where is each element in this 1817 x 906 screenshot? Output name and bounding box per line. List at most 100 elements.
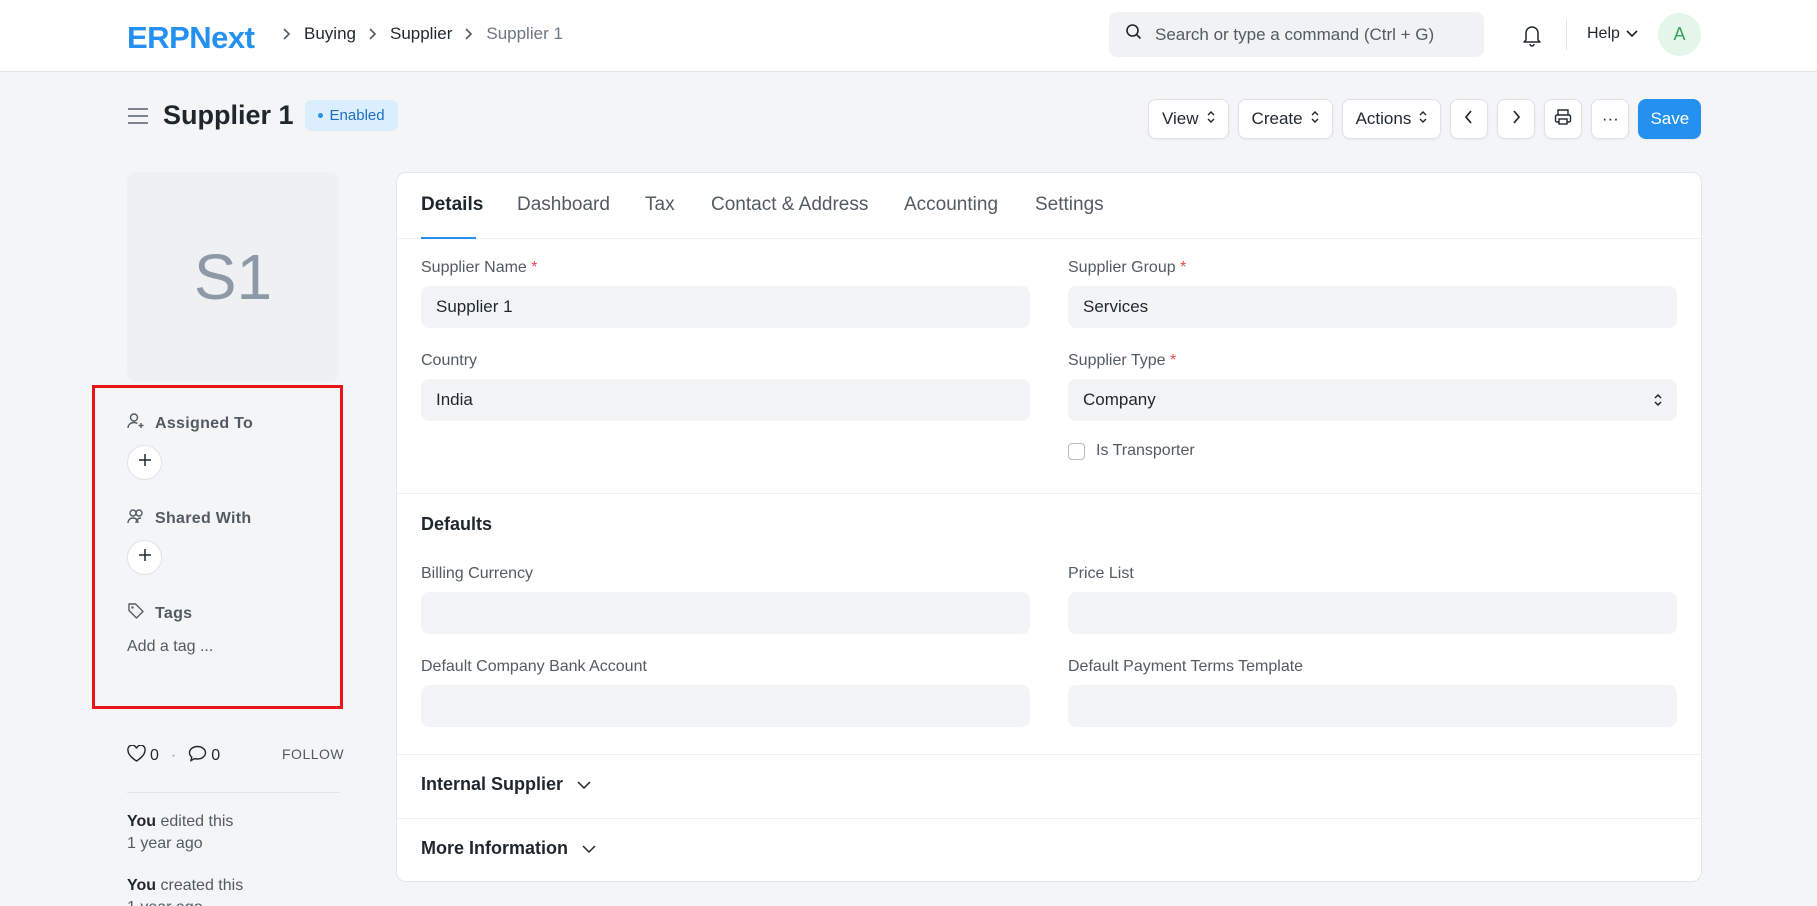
notification-bell-icon[interactable]: [1521, 23, 1543, 52]
form-card: Details Dashboard Tax Contact & Address …: [396, 172, 1702, 882]
is-transporter-label: Is Transporter: [1096, 442, 1195, 459]
payment-terms-template-field[interactable]: [1068, 685, 1677, 727]
sort-arrows-icon: [1207, 109, 1215, 129]
add-assignment-button[interactable]: [127, 445, 162, 480]
breadcrumb: Buying Supplier Supplier 1: [270, 24, 563, 44]
country-label: Country: [421, 352, 478, 369]
previous-record-button[interactable]: [1450, 99, 1489, 139]
heart-icon[interactable]: [127, 744, 146, 767]
sidebar-toggle-icon[interactable]: [127, 107, 149, 125]
create-button[interactable]: Create: [1237, 99, 1333, 139]
tab-dashboard[interactable]: Dashboard: [517, 194, 610, 216]
tab-accounting[interactable]: Accounting: [904, 194, 998, 216]
supplier-name-label: Supplier Name *: [421, 259, 538, 277]
more-information-section[interactable]: More Information: [421, 838, 596, 859]
chevron-left-icon: [1464, 109, 1474, 130]
default-bank-account-field[interactable]: [421, 685, 1030, 727]
billing-currency-field[interactable]: [421, 592, 1030, 634]
chevron-right-icon: [368, 27, 378, 41]
chevron-right-icon: [282, 27, 292, 41]
active-tab-indicator: [421, 237, 476, 239]
required-marker: *: [1180, 259, 1187, 276]
timeline-time: 1 year ago: [127, 835, 203, 852]
erpnext-logo[interactable]: ERPNext: [127, 20, 255, 56]
price-list-field[interactable]: [1068, 592, 1677, 634]
default-bank-account-label: Default Company Bank Account: [421, 658, 647, 675]
sort-arrows-icon: [1419, 109, 1427, 129]
search-bar[interactable]: [1109, 12, 1484, 57]
chevron-down-icon: [582, 838, 596, 859]
supplier-group-field[interactable]: Services: [1068, 286, 1677, 328]
timeline-item: You edited this 1 year ago: [127, 811, 233, 855]
more-options-button[interactable]: ···: [1591, 99, 1630, 139]
chevron-down-icon: [1626, 25, 1638, 43]
supplier-group-label-text: Supplier Group: [1068, 259, 1176, 276]
search-input[interactable]: [1155, 24, 1475, 45]
country-field[interactable]: India: [421, 379, 1030, 421]
next-record-button[interactable]: [1497, 99, 1536, 139]
chevron-right-icon: [464, 27, 474, 41]
breadcrumb-current[interactable]: Supplier 1: [486, 24, 563, 44]
tags-section: Tags: [127, 602, 192, 625]
comment-icon[interactable]: [188, 745, 207, 767]
user-avatar[interactable]: A: [1658, 13, 1701, 56]
save-button[interactable]: Save: [1638, 99, 1702, 139]
assigned-to-section: Assigned To: [127, 412, 253, 435]
users-icon: [127, 507, 145, 530]
tag-icon: [127, 602, 145, 625]
more-dots-icon: ···: [1601, 109, 1619, 128]
printer-icon: [1554, 108, 1572, 131]
form-tabs: Details Dashboard Tax Contact & Address …: [397, 173, 1701, 239]
tab-details[interactable]: Details: [421, 194, 483, 216]
breadcrumb-supplier[interactable]: Supplier: [390, 24, 452, 44]
separator-dot: ·: [170, 747, 177, 764]
tab-contact-address[interactable]: Contact & Address: [711, 194, 868, 216]
add-tag-input[interactable]: Add a tag ...: [127, 638, 213, 656]
sort-arrows-icon: [1311, 109, 1319, 129]
timeline-item: You created this 1 year ago: [127, 875, 243, 906]
internal-supplier-title: Internal Supplier: [421, 774, 564, 794]
supplier-type-label-text: Supplier Type: [1068, 352, 1166, 369]
navbar-divider: [1566, 20, 1567, 50]
section-divider: [397, 493, 1701, 494]
supplier-name-field[interactable]: Supplier 1: [421, 286, 1030, 328]
supplier-image-placeholder[interactable]: S1: [127, 172, 339, 382]
required-marker: *: [531, 259, 538, 276]
is-transporter-checkbox[interactable]: [1068, 442, 1085, 460]
help-label: Help: [1587, 25, 1620, 42]
actions-label: Actions: [1355, 109, 1412, 128]
supplier-type-label: Supplier Type *: [1068, 352, 1176, 370]
payment-terms-template-label: Default Payment Terms Template: [1068, 658, 1304, 675]
breadcrumb-buying[interactable]: Buying: [304, 24, 356, 44]
timeline-action: edited this: [160, 813, 234, 830]
likes-comments: 0 · 0: [127, 744, 220, 767]
select-arrows-icon: [1653, 392, 1663, 413]
price-list-label: Price List: [1068, 565, 1134, 582]
status-dot: [317, 113, 323, 118]
user-plus-icon: [127, 412, 145, 435]
sidebar-divider: [127, 792, 339, 793]
chevron-right-icon: [1511, 109, 1521, 130]
navbar: ERPNext Buying Supplier Supplier 1 Help …: [0, 0, 1817, 72]
page-title: Supplier 1: [163, 100, 294, 130]
status-text: Enabled: [329, 107, 385, 124]
view-button[interactable]: View: [1148, 99, 1229, 139]
timeline-action: created this: [160, 877, 244, 894]
search-icon: [1125, 23, 1143, 46]
internal-supplier-section[interactable]: Internal Supplier: [421, 774, 591, 795]
section-divider: [397, 818, 1701, 819]
timeline-user: You: [127, 877, 157, 894]
help-dropdown[interactable]: Help: [1587, 25, 1638, 43]
actions-button[interactable]: Actions: [1341, 99, 1442, 139]
form-sidebar: S1: [127, 172, 339, 382]
like-count: 0: [150, 747, 159, 764]
supplier-type-select[interactable]: Company: [1068, 379, 1677, 421]
shared-with-section: Shared With: [127, 507, 252, 530]
add-share-button[interactable]: [127, 540, 162, 575]
print-button[interactable]: [1544, 99, 1583, 139]
tab-settings[interactable]: Settings: [1035, 194, 1104, 216]
shared-with-label: Shared With: [155, 509, 252, 527]
supplier-group-label: Supplier Group *: [1068, 259, 1186, 277]
follow-button[interactable]: FOLLOW: [282, 746, 344, 762]
tab-tax[interactable]: Tax: [645, 194, 675, 216]
